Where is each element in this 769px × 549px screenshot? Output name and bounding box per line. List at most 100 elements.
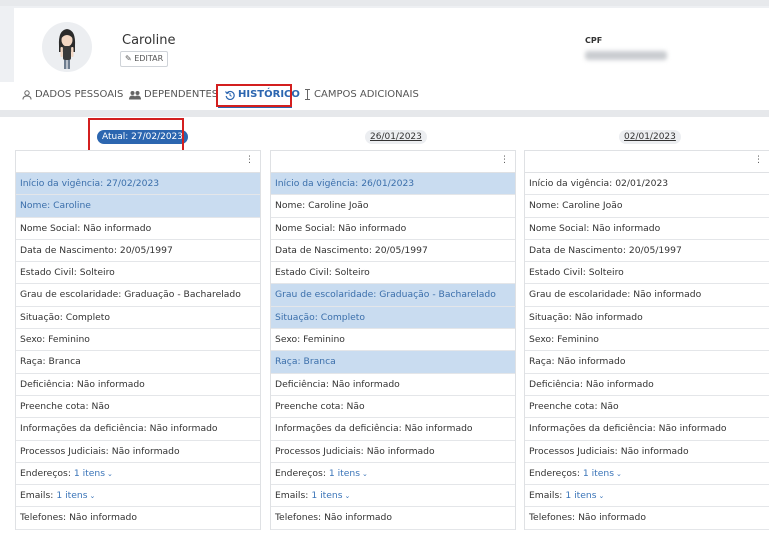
history-field-row: Nome: Caroline João — [271, 195, 515, 218]
annotation-highlight-tab — [216, 84, 292, 107]
tab-campos-adicionais[interactable]: CAMPOS ADICIONAIS — [304, 89, 419, 100]
field-value: 02/01/2023 — [615, 178, 669, 189]
more-options-icon[interactable]: ⋮ — [500, 154, 509, 166]
field-value: 20/05/1997 — [374, 244, 428, 256]
field-label: Preenche cota — [529, 400, 595, 412]
field-label: Processos Judiciais — [529, 445, 615, 457]
annotation-highlight-date — [88, 118, 184, 152]
tab-bar: DADOS PESSOAIS DEPENDENTES HISTÓRICO CAM… — [0, 82, 769, 110]
history-field-row: Informações da deficiência: Não informad… — [271, 418, 515, 441]
history-date[interactable]: 26/01/2023 — [365, 130, 427, 144]
field-label: Situação — [275, 311, 315, 323]
field-value-link[interactable]: 1 itens — [311, 490, 342, 501]
history-field-row: Preenche cota: Não — [271, 396, 515, 419]
field-value: Não informado — [338, 222, 407, 234]
history-field-row: Preenche cota: Não — [16, 396, 260, 419]
field-label: Nome — [275, 200, 303, 212]
field-value-link[interactable]: 1 itens — [583, 468, 614, 479]
history-field-row: Deficiência: Não informado — [16, 374, 260, 396]
edit-button[interactable]: ✎ EDITAR — [120, 51, 169, 67]
field-label: Endereços — [529, 467, 577, 479]
field-label: Emails — [275, 490, 306, 502]
field-list: Início da vigência: 26/01/2023 Nome: Caro… — [271, 173, 515, 530]
field-label: Informações da deficiência — [20, 423, 144, 435]
chevron-down-icon[interactable]: ⌄ — [616, 470, 622, 478]
column-header: ⋮ — [16, 151, 260, 173]
field-label: Raça — [275, 356, 298, 368]
history-field-row: Endereços: 1 itens ⌄ — [16, 463, 260, 486]
tab-dados-pessoais[interactable]: DADOS PESSOAIS — [22, 89, 123, 100]
field-label: Início da vigência — [275, 178, 356, 189]
field-value: Caroline João — [562, 200, 623, 212]
history-field-row: Telefones: Não informado — [16, 507, 260, 530]
field-value-link[interactable]: 1 itens — [565, 490, 596, 501]
more-options-icon[interactable]: ⋮ — [754, 154, 763, 166]
history-field-row: Início da vigência: 27/02/2023 — [16, 173, 260, 196]
top-bar — [0, 0, 769, 6]
chevron-down-icon[interactable]: ⌄ — [90, 492, 96, 500]
avatar — [42, 22, 92, 72]
history-field-row: Situação: Não informado — [525, 307, 769, 330]
cpf-label: CPF — [585, 36, 603, 45]
field-label: Grau de escolaridade — [529, 289, 628, 301]
chevron-down-icon[interactable]: ⌄ — [345, 492, 351, 500]
field-label: Sexo — [275, 334, 298, 346]
pencil-icon: ✎ — [125, 54, 132, 63]
field-label: Nome Social — [529, 222, 587, 234]
history-field-row: Raça: Branca — [16, 351, 260, 374]
field-value: Não informado — [557, 356, 626, 368]
field-value: Não informado — [331, 378, 400, 390]
history-field-row: Sexo: Feminino — [271, 329, 515, 352]
field-value: Não informado — [620, 445, 689, 457]
tab-dependentes[interactable]: DEPENDENTES — [129, 89, 218, 100]
field-value-link[interactable]: 1 itens — [329, 468, 360, 479]
history-field-row: Nome: Caroline — [16, 195, 260, 218]
field-label: Telefones — [20, 512, 64, 524]
more-options-icon[interactable]: ⋮ — [245, 154, 254, 166]
history-field-row: Data de Nascimento: 20/05/1997 — [525, 240, 769, 263]
field-value: Não informado — [633, 289, 702, 301]
field-label: Nome Social — [275, 222, 333, 234]
chevron-down-icon[interactable]: ⌄ — [599, 492, 605, 500]
history-field-row: Processos Judiciais: Não informado — [525, 441, 769, 463]
field-value: Caroline João — [308, 200, 369, 212]
field-value: 27/02/2023 — [106, 178, 160, 189]
field-value: Não informado — [149, 423, 218, 435]
tab-label: DEPENDENTES — [144, 89, 219, 100]
field-value: Não informado — [366, 445, 435, 457]
field-value: Não informado — [578, 512, 646, 524]
field-label: Emails — [529, 490, 560, 502]
field-value-link[interactable]: 1 itens — [56, 490, 87, 501]
field-label: Início da vigência — [20, 178, 101, 189]
chevron-down-icon[interactable]: ⌄ — [362, 470, 368, 478]
field-value: 26/01/2023 — [361, 178, 415, 189]
field-value-link[interactable]: 1 itens — [74, 468, 105, 479]
history-field-row: Grau de escolaridade: Graduação - Bachar… — [16, 284, 260, 307]
history-date[interactable]: 02/01/2023 — [619, 130, 681, 144]
history-field-row: Estado Civil: Solteiro — [271, 262, 515, 285]
field-value: Não informado — [658, 423, 727, 435]
history-field-row: Estado Civil: Solteiro — [16, 262, 260, 285]
field-value: Branca — [48, 356, 81, 368]
field-label: Estado Civil — [275, 267, 329, 279]
history-field-row: Endereços: 1 itens ⌄ — [271, 463, 515, 486]
field-value: Não informado — [324, 512, 392, 524]
history-field-row: Informações da deficiência: Não informad… — [16, 418, 260, 441]
chevron-down-icon[interactable]: ⌄ — [107, 470, 113, 478]
field-value: Solteiro — [334, 267, 370, 279]
history-column-2: ⋮ Início da vigência: 02/01/2023 Nome: Ca… — [524, 150, 769, 530]
field-value: Solteiro — [588, 267, 624, 279]
history-column-1: ⋮ Início da vigência: 26/01/2023 Nome: Ca… — [270, 150, 516, 530]
field-value: Feminino — [557, 334, 599, 346]
history-field-row: Sexo: Feminino — [16, 329, 260, 352]
field-label: Data de Nascimento — [529, 244, 623, 256]
field-label: Grau de escolaridade — [275, 289, 374, 301]
field-value: Não — [91, 400, 110, 412]
history-field-row: Emails: 1 itens ⌄ — [16, 485, 260, 508]
field-label: Processos Judiciais — [20, 445, 106, 457]
history-field-row: Telefones: Não informado — [271, 507, 515, 530]
field-value: Branca — [303, 356, 336, 368]
history-field-row: Nome Social: Não informado — [525, 218, 769, 240]
profile-header: Caroline ✎ EDITAR CPF — [14, 8, 769, 82]
field-label: Informações da deficiência — [275, 423, 399, 435]
